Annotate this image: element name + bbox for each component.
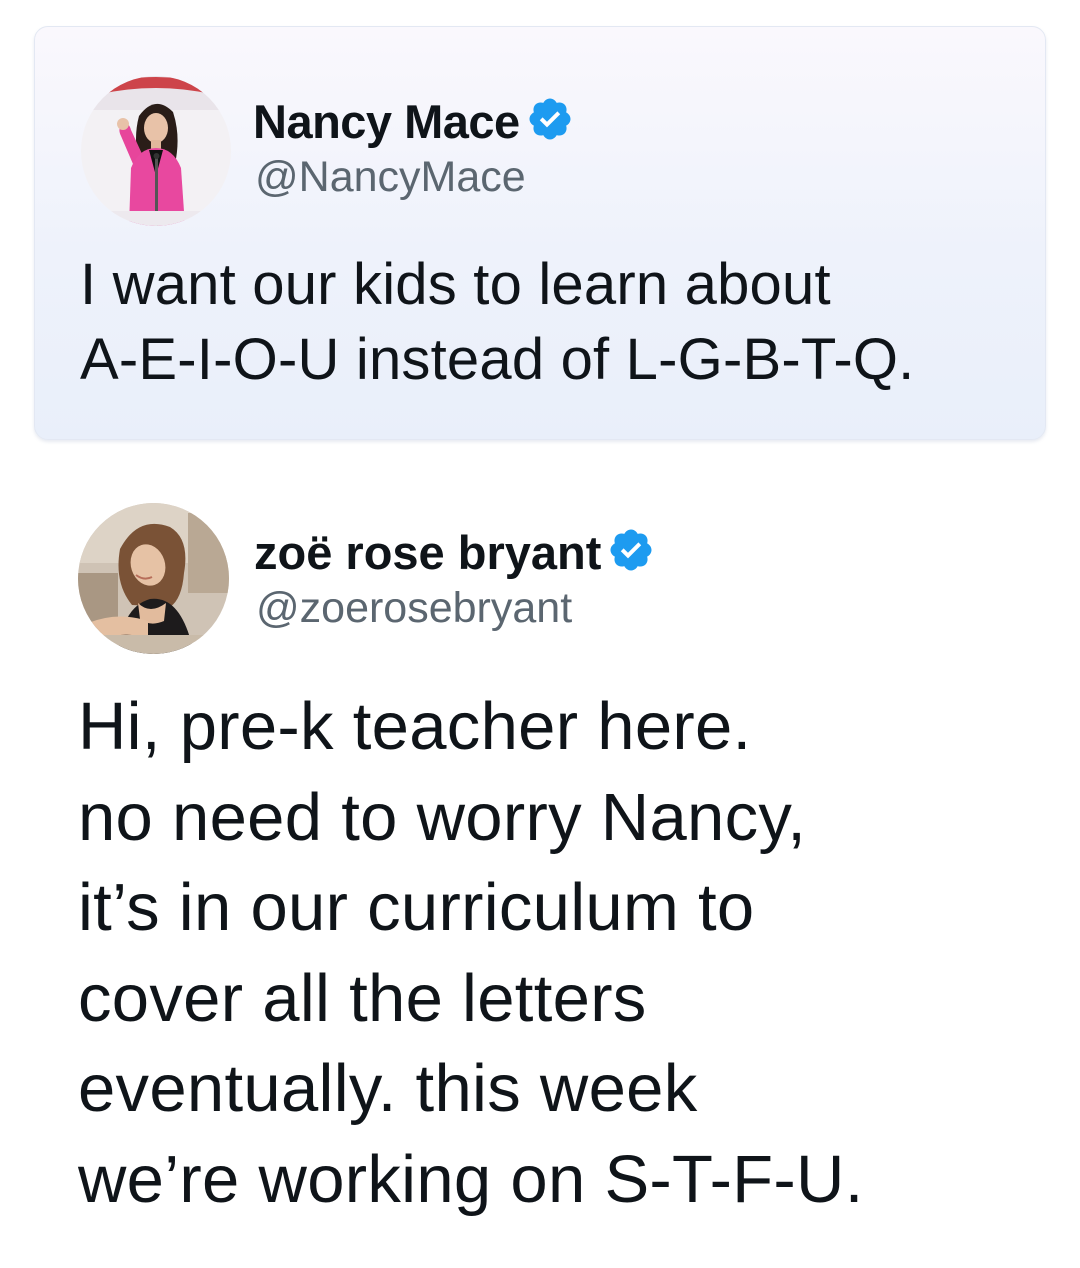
reply-display-name[interactable]: zoë rose bryant bbox=[254, 525, 601, 580]
quoted-tweet-card[interactable]: Nancy Mace @NancyMace I want our kids to… bbox=[34, 26, 1046, 440]
nancy-mace-avatar[interactable] bbox=[81, 76, 231, 226]
reply-tweet: zoë rose bryant @zoerosebryant Hi, pre-k… bbox=[0, 470, 1080, 1268]
quoted-display-name[interactable]: Nancy Mace bbox=[253, 94, 520, 149]
reply-text-line: Hi, pre-k teacher here. bbox=[78, 689, 752, 764]
zoe-rose-bryant-avatar[interactable] bbox=[78, 503, 229, 654]
quoted-text-line: I want our kids to learn about bbox=[80, 252, 831, 317]
reply-text-line: we’re working on S-T-F-U. bbox=[78, 1141, 864, 1217]
reply-text-line: cover all the letters bbox=[78, 960, 647, 1036]
profile-photo-icon bbox=[81, 76, 231, 226]
quoted-handle[interactable]: @NancyMace bbox=[255, 153, 526, 202]
reply-text-line: eventually. this week bbox=[78, 1051, 698, 1126]
profile-photo-icon bbox=[78, 503, 229, 654]
reply-name-row: zoë rose bryant bbox=[254, 524, 655, 580]
quoted-name-row: Nancy Mace bbox=[253, 93, 574, 149]
reply-text-line: no need to worry Nancy, bbox=[78, 779, 807, 855]
verified-badge-icon bbox=[607, 526, 655, 579]
quoted-text-line: A-E-I-O-U instead of L-G-B-T-Q. bbox=[80, 327, 915, 392]
verified-badge-icon bbox=[526, 95, 574, 148]
reply-text-line: it’s in our curriculum to bbox=[78, 870, 755, 945]
quoted-tweet-text: I want our kids to learn about A-E-I-O-U… bbox=[80, 247, 1030, 397]
reply-tweet-text: Hi, pre-k teacher here. no need to worry… bbox=[78, 682, 1068, 1225]
reply-handle[interactable]: @zoerosebryant bbox=[256, 584, 572, 633]
